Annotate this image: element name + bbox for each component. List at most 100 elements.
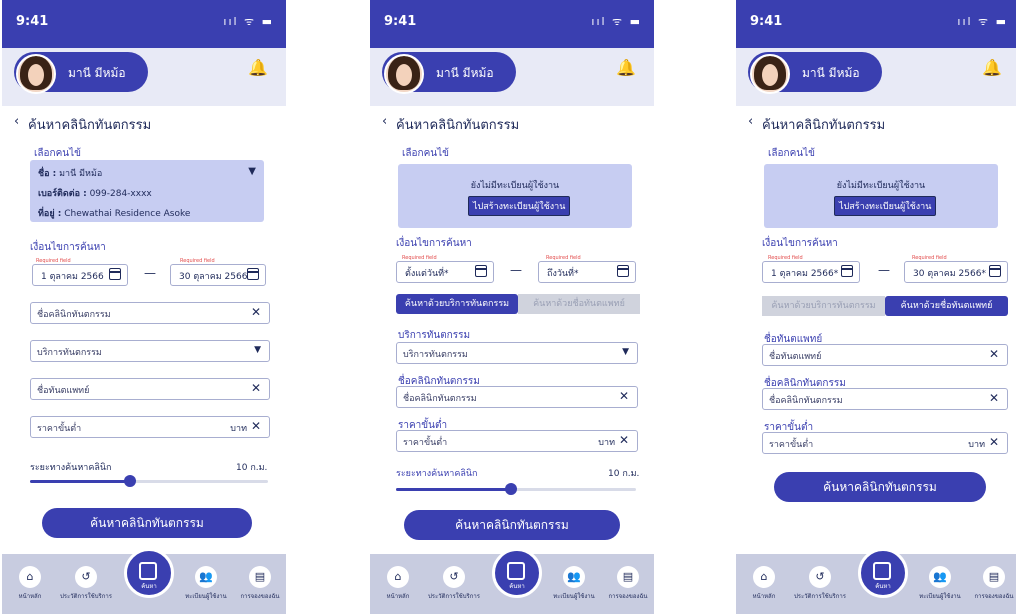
date-separator: — xyxy=(144,266,156,280)
nav-search-label: ค้นหา xyxy=(875,583,891,590)
back-icon[interactable]: ‹ xyxy=(14,114,19,129)
bell-icon[interactable]: 🔔 xyxy=(248,58,268,77)
clinic-name-input[interactable]: ชื่อคลินิกทันตกรรม ✕ xyxy=(762,388,1008,410)
nav-home-label: หน้าหลัก xyxy=(752,593,776,600)
nav-home[interactable]: ⌂ หน้าหลัก xyxy=(744,566,784,601)
calendar-icon xyxy=(989,265,1001,277)
date-to-field[interactable]: 30 ตุลาคม 2566* xyxy=(904,261,1008,283)
title-bar: ‹ ค้นหาคลินิกทันตกรรม xyxy=(370,108,654,138)
phone-screen-2: 9:41 ııl ᯤ ▬ มานี มีหม้อ 🔔 ‹ ค้นหาคลินิก… xyxy=(370,0,654,614)
nav-booking[interactable]: ▤ การจองของฉัน xyxy=(602,566,654,601)
service-select[interactable]: บริการทันตกรรม ▼ xyxy=(396,342,638,364)
nav-search[interactable]: ค้นหา xyxy=(858,548,908,598)
profile-pill[interactable]: มานี มีหม้อ xyxy=(14,52,148,94)
dentist-name-input[interactable]: ชื่อทันตแพทย์ ✕ xyxy=(762,344,1008,366)
dentist-placeholder: ชื่อทันตแพทย์ xyxy=(37,386,90,396)
tab-search-by-dentist[interactable]: ค้นหาด้วยชื่อทันตแพทย์ xyxy=(518,294,640,314)
nav-booking[interactable]: ▤ การจองของฉัน xyxy=(968,566,1016,601)
nav-register[interactable]: 👥 ทะเบียนผู้ใช้งาน xyxy=(546,566,602,601)
profile-pill[interactable]: มานี มีหม้อ xyxy=(748,52,882,94)
clear-icon[interactable]: ✕ xyxy=(251,381,261,395)
avatar xyxy=(384,54,424,94)
nav-history[interactable]: ↺ ประวัติการใช้บริการ xyxy=(420,566,488,601)
search-mode-tabs: ค้นหาด้วยบริการทันตกรรม ค้นหาด้วยชื่อทัน… xyxy=(762,296,1008,316)
profile-band: มานี มีหม้อ 🔔 xyxy=(370,48,654,106)
date-to-field[interactable]: 30 ตุลาคม 2566 xyxy=(170,264,266,286)
nav-home[interactable]: ⌂ หน้าหลัก xyxy=(10,566,50,601)
create-user-button[interactable]: ไปสร้างทะเบียนผู้ใช้งาน xyxy=(834,196,937,216)
search-clinic-button[interactable]: ค้นหาคลินิกทันตกรรม xyxy=(404,510,620,540)
patient-card[interactable]: ▼ ชื่อ : มานี มีหม้อ เบอร์ติดต่อ : 099-2… xyxy=(30,160,264,222)
bell-icon[interactable]: 🔔 xyxy=(616,58,636,77)
min-price-input[interactable]: ราคาขั้นต่ำ บาท ✕ xyxy=(762,432,1008,454)
distance-slider[interactable] xyxy=(396,483,636,495)
booking-icon: ▤ xyxy=(983,566,1005,588)
nav-home[interactable]: ⌂ หน้าหลัก xyxy=(378,566,418,601)
search-clinic-button[interactable]: ค้นหาคลินิกทันตกรรม xyxy=(774,472,986,502)
date-from-field[interactable]: ตั้งแต่วันที่* xyxy=(396,261,494,283)
clear-icon[interactable]: ✕ xyxy=(619,433,629,447)
clinic-name-input[interactable]: ชื่อคลินิกทันตกรรม ✕ xyxy=(396,386,638,408)
nav-search-label: ค้นหา xyxy=(141,583,157,590)
service-select[interactable]: บริการทันตกรรม ▼ xyxy=(30,340,270,362)
price-unit: บาท xyxy=(598,438,615,448)
bell-icon[interactable]: 🔔 xyxy=(982,58,1002,77)
avatar xyxy=(750,54,790,94)
nav-history[interactable]: ↺ ประวัติการใช้บริการ xyxy=(52,566,120,601)
date-to-field[interactable]: ถึงวันที่* xyxy=(538,261,636,283)
slider-fill xyxy=(30,480,130,483)
nav-booking-label: การจองของฉัน xyxy=(240,593,280,600)
min-price-placeholder: ราคาขั้นต่ำ xyxy=(37,424,82,434)
chevron-down-icon: ▼ xyxy=(254,345,261,355)
clear-icon[interactable]: ✕ xyxy=(989,347,999,361)
nav-booking[interactable]: ▤ การจองของฉัน xyxy=(234,566,286,601)
nav-register[interactable]: 👥 ทะเบียนผู้ใช้งาน xyxy=(912,566,968,601)
back-icon[interactable]: ‹ xyxy=(748,114,753,129)
select-patient-label: เลือกคนไข้ xyxy=(402,148,449,159)
no-user-message: ยังไม่มีทะเบียนผู้ใช้งาน xyxy=(470,181,560,191)
clear-icon[interactable]: ✕ xyxy=(989,391,999,405)
dentist-name-input[interactable]: ชื่อทันตแพทย์ ✕ xyxy=(30,378,270,400)
create-user-button[interactable]: ไปสร้างทะเบียนผู้ใช้งาน xyxy=(468,196,571,216)
status-bar: 9:41 ııl ᯤ ▬ xyxy=(2,0,286,48)
clear-icon[interactable]: ✕ xyxy=(989,435,999,449)
date-from-field[interactable]: 1 ตุลาคม 2566* xyxy=(762,261,860,283)
date-from-field[interactable]: 1 ตุลาคม 2566 xyxy=(32,264,128,286)
history-icon: ↺ xyxy=(809,566,831,588)
date-from-placeholder: ตั้งแต่วันที่* xyxy=(405,269,449,279)
slider-handle[interactable] xyxy=(123,475,136,487)
calendar-icon xyxy=(475,265,487,277)
clear-icon[interactable]: ✕ xyxy=(619,389,629,403)
search-conditions-label: เงื่อนไขการค้นหา xyxy=(762,238,838,249)
min-price-input[interactable]: ราคาขั้นต่ำ บาท ✕ xyxy=(30,416,270,438)
nav-search[interactable]: ค้นหา xyxy=(492,548,542,598)
nav-history[interactable]: ↺ ประวัติการใช้บริการ xyxy=(786,566,854,601)
tab-search-by-dentist[interactable]: ค้นหาด้วยชื่อทันตแพทย์ xyxy=(885,296,1008,316)
distance-slider[interactable] xyxy=(30,475,268,487)
users-icon: 👥 xyxy=(563,566,585,588)
nav-search[interactable]: ค้นหา xyxy=(124,548,174,598)
search-clinic-button[interactable]: ค้นหาคลินิกทันตกรรม xyxy=(42,508,252,538)
profile-pill[interactable]: มานี มีหม้อ xyxy=(382,52,516,94)
chevron-down-icon[interactable]: ▼ xyxy=(248,166,256,177)
tab-search-by-service[interactable]: ค้นหาด้วยบริการทันตกรรม xyxy=(762,296,885,316)
clear-icon[interactable]: ✕ xyxy=(251,305,261,319)
clinic-name-input[interactable]: ชื่อคลินิกทันตกรรม ✕ xyxy=(30,302,270,324)
bottom-nav: ⌂ หน้าหลัก ↺ ประวัติการใช้บริการ ค้นหา 👥 ทะ… xyxy=(736,548,1016,614)
slider-handle[interactable] xyxy=(505,483,518,495)
tab-search-by-service[interactable]: ค้นหาด้วยบริการทันตกรรม xyxy=(396,294,518,314)
nav-register[interactable]: 👥 ทะเบียนผู้ใช้งาน xyxy=(178,566,234,601)
calendar-icon xyxy=(873,562,891,580)
users-icon: 👥 xyxy=(929,566,951,588)
calendar-icon xyxy=(109,268,121,280)
service-placeholder: บริการทันตกรรม xyxy=(37,348,102,358)
patient-address-label: ที่อยู่ : xyxy=(38,209,62,219)
min-price-input[interactable]: ราคาขั้นต่ำ บาท ✕ xyxy=(396,430,638,452)
status-time: 9:41 xyxy=(16,14,49,29)
back-icon[interactable]: ‹ xyxy=(382,114,387,129)
search-conditions-label: เงื่อนไขการค้นหา xyxy=(30,242,106,253)
nav-register-label: ทะเบียนผู้ใช้งาน xyxy=(185,593,227,600)
clear-icon[interactable]: ✕ xyxy=(251,419,261,433)
patient-phone-label: เบอร์ติดต่อ : xyxy=(38,189,87,199)
nav-home-label: หน้าหลัก xyxy=(18,593,42,600)
